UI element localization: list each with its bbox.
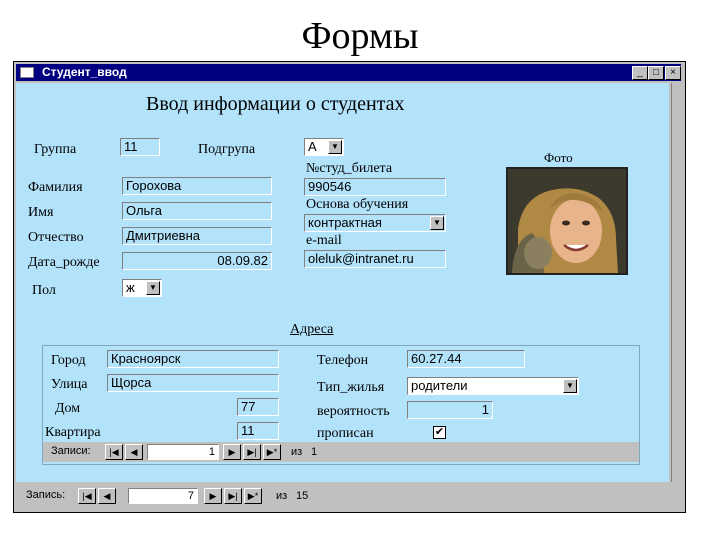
surname-label: Фамилия (28, 180, 83, 195)
house-field[interactable]: 77 (237, 398, 279, 416)
form-body: Ввод информации о студентах Группа 11 По… (16, 83, 669, 482)
phone-label: Телефон (317, 353, 369, 368)
form-window: Студент_ввод _ □ × Ввод информации о сту… (13, 61, 686, 513)
probability-label: вероятность (317, 404, 390, 419)
sex-label: Пол (32, 283, 56, 298)
subform-new-record-button[interactable]: ▶* (263, 444, 281, 460)
form-icon (20, 67, 34, 78)
form-heading: Ввод информации о студентах (146, 93, 405, 115)
maximize-button[interactable]: □ (648, 66, 664, 80)
student-photo (506, 167, 628, 275)
slide-title: Формы (301, 15, 419, 57)
housing-label: Тип_жилья (317, 380, 385, 395)
subform-record-number-field[interactable]: 1 (147, 444, 219, 460)
subform-total-records: 1 (311, 446, 318, 458)
birth-date-label: Дата_рожде (28, 255, 100, 270)
last-record-button[interactable]: ▶| (224, 488, 242, 504)
record-number-field[interactable]: 7 (128, 488, 198, 504)
subform-prev-record-button[interactable]: ◀ (125, 444, 143, 460)
subgroup-dropdown-icon[interactable]: ▼ (328, 140, 342, 154)
subform-next-record-button[interactable]: ▶ (223, 444, 241, 460)
subform-records-label: Записи: (51, 445, 91, 457)
next-record-button[interactable]: ▶ (204, 488, 222, 504)
main-navbar: Запись: |◀ ◀ 7 ▶ ▶| ▶* из 15 (16, 484, 681, 508)
subform-last-record-button[interactable]: ▶| (243, 444, 261, 460)
study-basis-combo[interactable]: контрактная ▼ (304, 214, 446, 232)
student-card-field[interactable]: 990546 (304, 178, 446, 196)
sex-value: ж (126, 280, 135, 295)
patronymic-label: Отчество (28, 230, 84, 245)
subgroup-value: А (308, 139, 317, 154)
window-title: Студент_ввод (42, 65, 127, 79)
close-button[interactable]: × (665, 66, 681, 80)
housing-value: родители (411, 378, 468, 393)
birth-date-field[interactable]: 08.09.82 (122, 252, 272, 270)
street-label: Улица (51, 377, 88, 392)
name-field[interactable]: Ольга (122, 202, 272, 220)
flat-field[interactable]: 11 (237, 422, 279, 440)
subgroup-combo[interactable]: А ▼ (304, 138, 344, 156)
prev-record-button[interactable]: ◀ (98, 488, 116, 504)
subform-of-label: из (291, 446, 303, 458)
surname-field[interactable]: Горохова (122, 177, 272, 195)
group-field[interactable]: 11 (120, 138, 160, 156)
addresses-heading: Адреса (290, 322, 334, 337)
registered-checkbox[interactable]: ✔ (433, 426, 446, 439)
city-label: Город (51, 353, 86, 368)
student-card-label: №студ_билета (306, 161, 393, 176)
main-record-label: Запись: (26, 489, 66, 501)
photo-label: Фото (544, 150, 573, 165)
housing-combo[interactable]: родители ▼ (407, 377, 579, 395)
address-subform: Город Красноярск Улица Щорса Дом 77 Квар… (42, 345, 640, 465)
housing-dropdown-icon[interactable]: ▼ (563, 379, 577, 393)
window-titlebar[interactable]: Студент_ввод _ □ × (16, 64, 681, 81)
study-basis-label: Основа обучения (306, 197, 409, 212)
subform-first-record-button[interactable]: |◀ (105, 444, 123, 460)
group-label: Группа (34, 142, 77, 157)
subform-navbar: Записи: |◀ ◀ 1 ▶ ▶| ▶* из 1 (43, 442, 639, 462)
city-field[interactable]: Красноярск (107, 350, 279, 368)
sex-combo[interactable]: ж ▼ (122, 279, 162, 297)
name-label: Имя (28, 205, 54, 220)
study-basis-dropdown-icon[interactable]: ▼ (430, 216, 444, 230)
vertical-scrollbar[interactable] (671, 83, 683, 482)
new-record-button[interactable]: ▶* (244, 488, 262, 504)
study-basis-value: контрактная (308, 215, 382, 230)
email-field[interactable]: oleluk@intranet.ru (304, 250, 446, 268)
probability-field[interactable]: 1 (407, 401, 493, 419)
minimize-button[interactable]: _ (632, 66, 648, 80)
sex-dropdown-icon[interactable]: ▼ (146, 281, 160, 295)
street-field[interactable]: Щорса (107, 374, 279, 392)
flat-label: Квартира (45, 425, 101, 440)
main-of-label: из (276, 490, 288, 502)
registered-label: прописан (317, 426, 374, 441)
phone-field[interactable]: 60.27.44 (407, 350, 525, 368)
first-record-button[interactable]: |◀ (78, 488, 96, 504)
house-label: Дом (55, 401, 81, 416)
patronymic-field[interactable]: Дмитриевна (122, 227, 272, 245)
email-label: e-mail (306, 233, 342, 248)
main-total-records: 15 (296, 490, 309, 502)
portrait-image (508, 169, 626, 273)
subgroup-label: Подгрупа (198, 142, 256, 157)
